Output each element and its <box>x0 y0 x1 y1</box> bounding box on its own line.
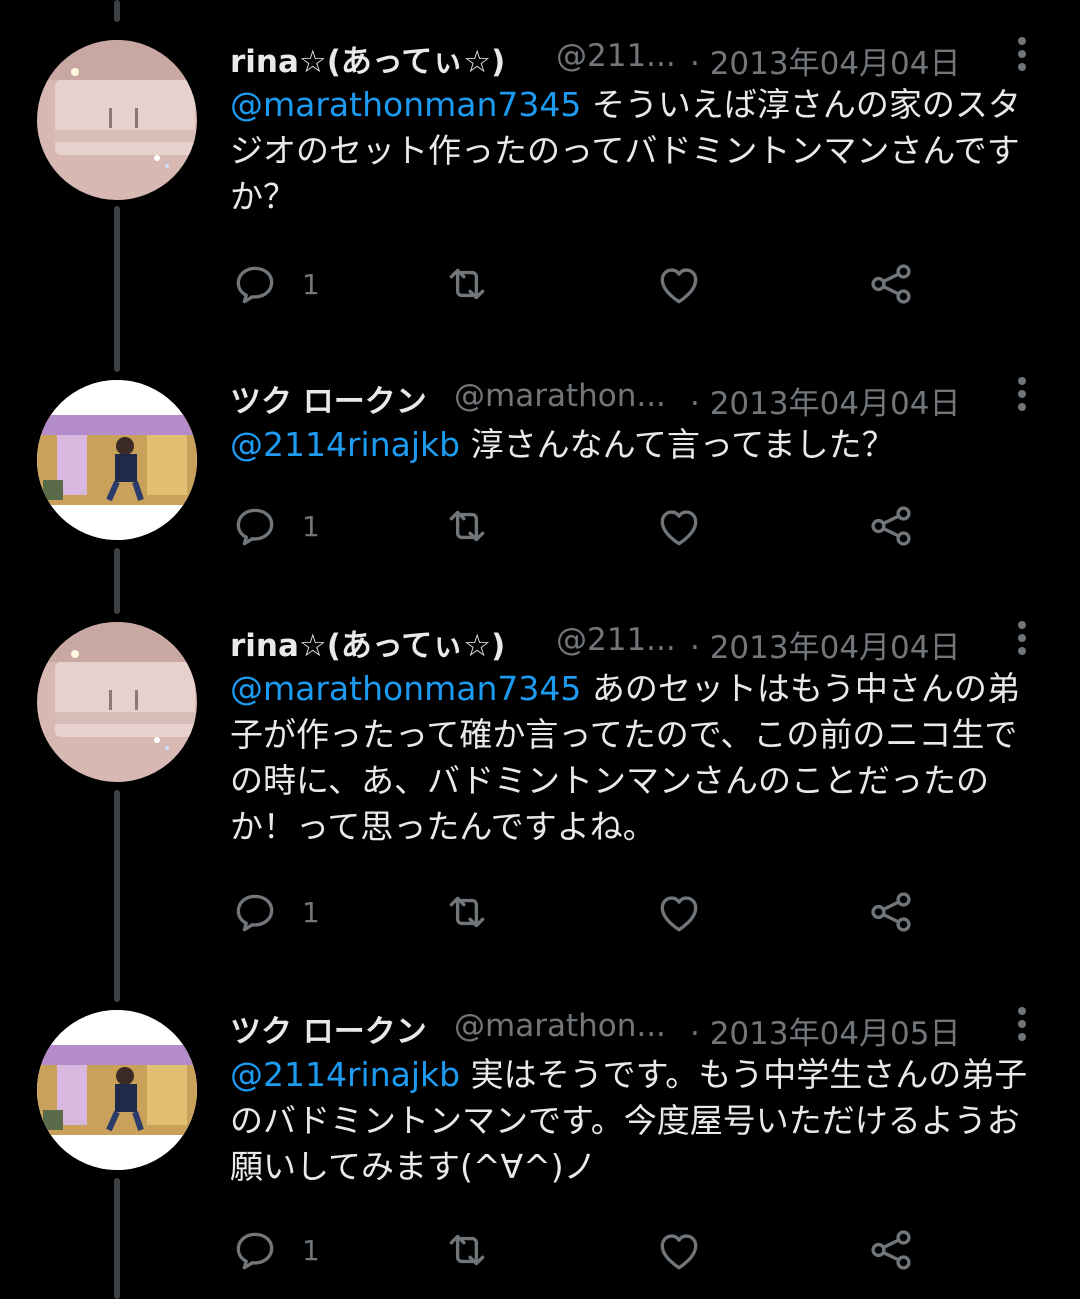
tweet-text-line: 実はそうです。もう中学生さんの弟子 <box>460 1055 1028 1094</box>
reply-icon <box>236 266 274 304</box>
avatar[interactable] <box>37 1010 197 1170</box>
tweet-text-rest: ジオのセット作ったのってバドミントンマンさんですか？ <box>230 131 1020 216</box>
tweet-date[interactable]: · 2013年04月04日 <box>690 378 961 423</box>
reply-count: 1 <box>302 895 320 929</box>
like-button[interactable] <box>654 882 704 942</box>
reply-icon <box>236 894 274 932</box>
share-icon <box>871 264 911 304</box>
mention-link[interactable]: @marathonman7345 <box>230 85 581 124</box>
tweet-actions: 1 <box>230 1220 1050 1280</box>
more-icon[interactable] <box>1002 1004 1042 1048</box>
display-name[interactable]: rina☆(あってぃ☆) <box>230 36 505 81</box>
reply-icon <box>236 1232 274 1270</box>
reply-button[interactable]: 1 <box>230 1220 320 1280</box>
user-handle[interactable]: @marathon... <box>454 378 676 414</box>
tweet-date[interactable]: · 2013年04月04日 <box>690 622 961 667</box>
avatar[interactable] <box>37 380 197 540</box>
tweet-text-line: あのセットはもう中さんの弟 <box>581 669 1020 708</box>
tweet-text: @marathonman7345 あのセットはもう中さんの弟子が作ったって確か言… <box>230 666 1050 850</box>
display-name[interactable]: ツク ロークン <box>230 376 427 421</box>
like-button[interactable] <box>654 254 704 314</box>
like-icon <box>660 510 698 546</box>
user-handle[interactable]: @211... <box>556 38 676 74</box>
mention-link[interactable]: @marathonman7345 <box>230 669 581 708</box>
retweet-icon <box>449 1234 485 1266</box>
like-icon <box>660 896 698 932</box>
thread-line <box>114 790 120 1002</box>
like-icon <box>660 268 698 304</box>
share-button[interactable] <box>866 496 916 556</box>
retweet-icon <box>449 896 485 928</box>
retweet-button[interactable] <box>442 1220 492 1280</box>
mention-link[interactable]: @2114rinajkb <box>230 1055 460 1094</box>
share-icon <box>871 892 911 932</box>
thread-line <box>114 0 120 22</box>
avatar[interactable] <box>37 40 197 200</box>
tweet-text: @2114rinajkb 実はそうです。もう中学生さんの弟子のバドミントンマンで… <box>230 1052 1050 1190</box>
user-handle[interactable]: @marathon... <box>454 1008 676 1044</box>
display-name[interactable]: ツク ロークン <box>230 1006 427 1051</box>
more-icon[interactable] <box>1002 34 1042 78</box>
like-button[interactable] <box>654 1220 704 1280</box>
like-button[interactable] <box>654 496 704 556</box>
reply-count: 1 <box>302 267 320 301</box>
share-button[interactable] <box>866 882 916 942</box>
reply-button[interactable]: 1 <box>230 496 320 556</box>
tweet-actions: 1 <box>230 882 1050 942</box>
avatar[interactable] <box>37 622 197 782</box>
retweet-button[interactable] <box>442 882 492 942</box>
tweet-date[interactable]: · 2013年04月04日 <box>690 38 961 83</box>
reply-button[interactable]: 1 <box>230 882 320 942</box>
tweet-text-line: そういえば淳さんの家のスタ <box>581 85 1021 124</box>
reply-count: 1 <box>302 1233 320 1267</box>
tweet-text-line: 淳さんなんて言ってました？ <box>460 425 895 464</box>
mention-link[interactable]: @2114rinajkb <box>230 425 460 464</box>
display-name[interactable]: rina☆(あってぃ☆) <box>230 620 505 665</box>
tweet-text: @marathonman7345 そういえば淳さんの家のスタジオのセット作ったの… <box>230 82 1050 220</box>
user-handle[interactable]: @211... <box>556 622 676 658</box>
retweet-icon <box>449 510 485 542</box>
share-button[interactable] <box>866 1220 916 1280</box>
share-button[interactable] <box>866 254 916 314</box>
share-icon <box>871 506 911 546</box>
reply-count: 1 <box>302 509 320 543</box>
retweet-icon <box>449 268 485 300</box>
like-icon <box>660 1234 698 1270</box>
tweet-date[interactable]: · 2013年04月05日 <box>690 1008 961 1053</box>
more-icon[interactable] <box>1002 374 1042 418</box>
tweet-actions: 1 <box>230 254 1050 314</box>
tweet-actions: 1 <box>230 496 1050 556</box>
reply-button[interactable]: 1 <box>230 254 320 314</box>
more-icon[interactable] <box>1002 618 1042 662</box>
tweet-text-rest: 子が作ったって確か言ってたので、この前のニコ生での時に、あ、バドミントンマンさん… <box>230 715 1018 846</box>
share-icon <box>871 1230 911 1270</box>
thread-line <box>114 548 120 614</box>
tweet-text-rest: のバドミントンマンです。今度屋号いただけるようお願いしてみます(^∀^)ノ <box>230 1101 1020 1186</box>
retweet-button[interactable] <box>442 254 492 314</box>
tweet-text: @2114rinajkb 淳さんなんて言ってました？ <box>230 422 1050 468</box>
retweet-button[interactable] <box>442 496 492 556</box>
thread-line <box>114 1178 120 1299</box>
thread-line <box>114 206 120 372</box>
reply-icon <box>236 508 274 546</box>
